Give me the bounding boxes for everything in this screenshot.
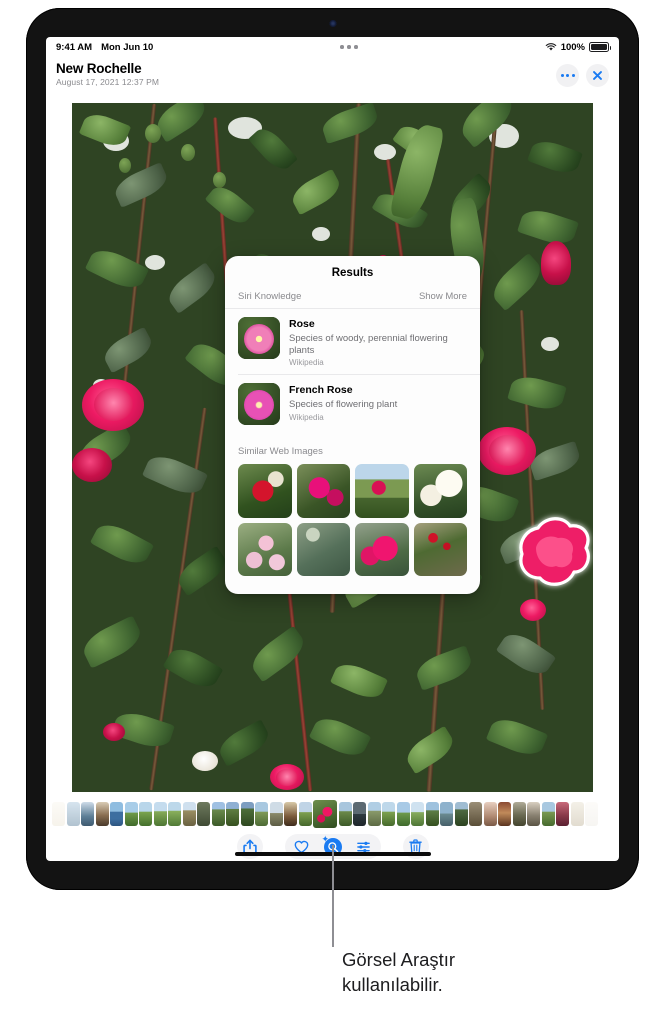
list-item[interactable] xyxy=(411,802,424,826)
result-text: French Rose Species of flowering plant W… xyxy=(289,383,397,421)
results-popover: Results Siri Knowledge Show More Rose Sp… xyxy=(225,256,480,594)
battery-percent-label: 100% xyxy=(560,41,585,53)
rose-thumbnail xyxy=(238,317,280,359)
rose-foliage-image[interactable] xyxy=(296,522,350,577)
list-item[interactable] xyxy=(527,802,540,826)
list-item[interactable]: Rose Species of woody, perennial floweri… xyxy=(225,309,480,374)
close-button[interactable] xyxy=(586,64,609,87)
nav-actions xyxy=(556,61,609,87)
list-item[interactable] xyxy=(81,802,94,826)
list-item[interactable] xyxy=(396,802,410,826)
list-item[interactable] xyxy=(298,802,312,826)
wifi-icon xyxy=(545,43,556,51)
status-date: Mon Jun 10 xyxy=(101,41,154,53)
list-item[interactable] xyxy=(454,802,468,826)
list-item-current[interactable] xyxy=(313,800,337,828)
result-description: Species of woody, perennial flowering pl… xyxy=(289,332,448,356)
pink-rose-buds-image[interactable] xyxy=(355,522,409,577)
title-block: New Rochelle August 17, 2021 12:37 PM xyxy=(56,61,159,87)
list-item[interactable] xyxy=(52,802,65,826)
list-item[interactable] xyxy=(66,802,80,826)
sparkle-icon: ✦ xyxy=(321,833,330,844)
siri-knowledge-label: Siri Knowledge xyxy=(238,291,302,302)
pale-pink-roses-image[interactable] xyxy=(238,522,292,577)
similar-web-images-label: Similar Web Images xyxy=(238,446,323,458)
list-item[interactable] xyxy=(182,802,196,826)
callout-text: Görsel Araştır kullanılabilir. xyxy=(342,949,456,995)
screenshot-root: 9:41 AM Mon Jun 10 100% New Rochelle Aug… xyxy=(0,0,665,1024)
status-bar-center xyxy=(153,45,544,49)
white-roses-image[interactable] xyxy=(413,464,467,518)
popover-title: Results xyxy=(331,267,374,279)
list-item[interactable] xyxy=(269,802,283,826)
ipad-screen: 9:41 AM Mon Jun 10 100% New Rochelle Aug… xyxy=(46,37,619,861)
show-more-button[interactable]: Show More xyxy=(419,291,467,302)
list-item[interactable] xyxy=(440,802,453,826)
red-rose-bush-image[interactable] xyxy=(238,464,292,518)
close-x-icon xyxy=(593,71,602,80)
list-item[interactable] xyxy=(556,802,569,826)
list-item[interactable] xyxy=(139,802,152,826)
status-bar: 9:41 AM Mon Jun 10 100% xyxy=(46,37,619,57)
result-description: Species of flowering plant xyxy=(289,399,398,411)
list-item[interactable] xyxy=(255,802,268,826)
list-item[interactable] xyxy=(382,802,395,826)
list-item[interactable] xyxy=(95,802,109,826)
multitasking-dots-icon[interactable] xyxy=(340,45,358,49)
status-bar-left: 9:41 AM Mon Jun 10 xyxy=(56,42,153,53)
page-title: New Rochelle xyxy=(56,61,142,76)
list-item[interactable] xyxy=(226,802,239,826)
list-item[interactable] xyxy=(425,802,439,826)
front-camera-icon xyxy=(329,20,336,27)
result-source: Wikipedia xyxy=(289,412,324,422)
battery-icon xyxy=(589,42,611,52)
result-text: Rose Species of woody, perennial floweri… xyxy=(289,317,467,367)
rose-garden-skyline-image[interactable] xyxy=(355,464,409,518)
list-item[interactable] xyxy=(284,802,297,826)
siri-knowledge-section-header: Siri Knowledge Show More xyxy=(225,290,480,309)
list-item[interactable] xyxy=(570,802,584,826)
list-item[interactable] xyxy=(211,802,225,826)
list-item[interactable] xyxy=(240,802,254,826)
french-rose-thumbnail xyxy=(238,383,280,426)
list-item[interactable] xyxy=(153,802,167,826)
list-item[interactable] xyxy=(338,802,352,826)
photo-timestamp: August 17, 2021 12:37 PM xyxy=(56,77,160,87)
list-item[interactable] xyxy=(197,802,210,826)
list-item[interactable] xyxy=(168,802,181,826)
result-source: Wikipedia xyxy=(289,358,324,368)
list-item[interactable] xyxy=(367,802,381,826)
list-item[interactable] xyxy=(585,802,598,826)
list-item[interactable] xyxy=(124,802,138,826)
ipad-device-frame: 9:41 AM Mon Jun 10 100% New Rochelle Aug… xyxy=(26,8,639,890)
highlighted-rose-subject[interactable] xyxy=(512,508,593,600)
list-item[interactable] xyxy=(110,802,123,826)
red-rose-shrub-with-label-image[interactable] xyxy=(413,522,467,577)
list-item[interactable] xyxy=(469,802,482,826)
magenta-rose-cluster-image[interactable] xyxy=(296,464,350,518)
callout-leader-line xyxy=(332,845,334,947)
status-bar-right: 100% xyxy=(545,41,611,53)
list-item[interactable] xyxy=(353,802,366,826)
list-item[interactable] xyxy=(498,802,511,826)
result-name: Rose xyxy=(289,318,315,330)
list-item[interactable] xyxy=(541,802,555,826)
list-item[interactable] xyxy=(483,802,497,826)
similar-web-images-grid xyxy=(225,464,480,586)
more-options-button[interactable] xyxy=(556,64,579,87)
status-time: 9:41 AM xyxy=(56,41,93,53)
photo-filmstrip[interactable] xyxy=(46,799,619,829)
navigation-bar: New Rochelle August 17, 2021 12:37 PM xyxy=(46,57,619,99)
list-item[interactable] xyxy=(512,802,526,826)
result-name: French Rose xyxy=(289,384,353,397)
more-dots-icon xyxy=(560,74,575,77)
similar-web-images-header: Similar Web Images xyxy=(225,432,480,464)
list-item[interactable]: French Rose Species of flowering plant W… xyxy=(238,374,480,432)
